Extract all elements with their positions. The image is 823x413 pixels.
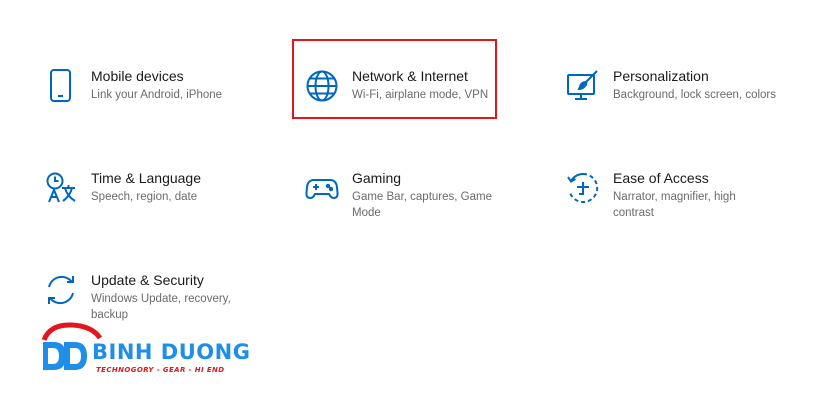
- tile-personalization[interactable]: Personalization Background, lock screen,…: [566, 67, 796, 104]
- tile-description: Narrator, magnifier, high contrast: [613, 191, 736, 219]
- tile-title: Network & Internet: [352, 68, 468, 84]
- sync-icon: [44, 273, 78, 307]
- watermark-brand: BINH DUONG: [92, 340, 251, 364]
- tile-description: Wi-Fi, airplane mode, VPN: [352, 89, 489, 101]
- time-language-icon: [44, 171, 78, 205]
- paint-brush-icon: [566, 69, 600, 103]
- tile-mobile-devices[interactable]: Mobile devices Link your Android, iPhone: [44, 67, 254, 104]
- tile-title: Update & Security: [91, 272, 204, 288]
- tile-title: Ease of Access: [613, 170, 709, 186]
- tile-update-security[interactable]: Update & Security Windows Update, recove…: [44, 271, 254, 323]
- tile-description: Link your Android, iPhone: [91, 89, 223, 101]
- ease-of-access-icon: [566, 171, 600, 205]
- tile-description: Game Bar, captures, Game Mode: [352, 191, 492, 219]
- tile-description: Speech, region, date: [91, 191, 198, 203]
- tile-network-internet[interactable]: Network & Internet Wi-Fi, airplane mode,…: [305, 67, 495, 104]
- tile-title: Gaming: [352, 170, 402, 186]
- tile-description: Windows Update, recovery, backup: [91, 293, 231, 321]
- tile-ease-of-access[interactable]: Ease of Access Narrator, magnifier, high…: [566, 169, 766, 221]
- watermark-logo: BINH DUONG TECHNOGORY - GEAR - HI END: [40, 322, 260, 382]
- phone-icon: [44, 69, 78, 103]
- gamepad-icon: [305, 171, 339, 205]
- tile-title: Time & Language: [91, 170, 201, 186]
- watermark-tagline: TECHNOGORY - GEAR - HI END: [96, 366, 225, 374]
- globe-icon: [305, 69, 339, 103]
- tile-time-language[interactable]: Time & Language Speech, region, date: [44, 169, 244, 206]
- tile-description: Background, lock screen, colors: [613, 89, 776, 101]
- tile-title: Mobile devices: [91, 68, 184, 84]
- tile-gaming[interactable]: Gaming Game Bar, captures, Game Mode: [305, 169, 505, 221]
- tile-title: Personalization: [613, 68, 709, 84]
